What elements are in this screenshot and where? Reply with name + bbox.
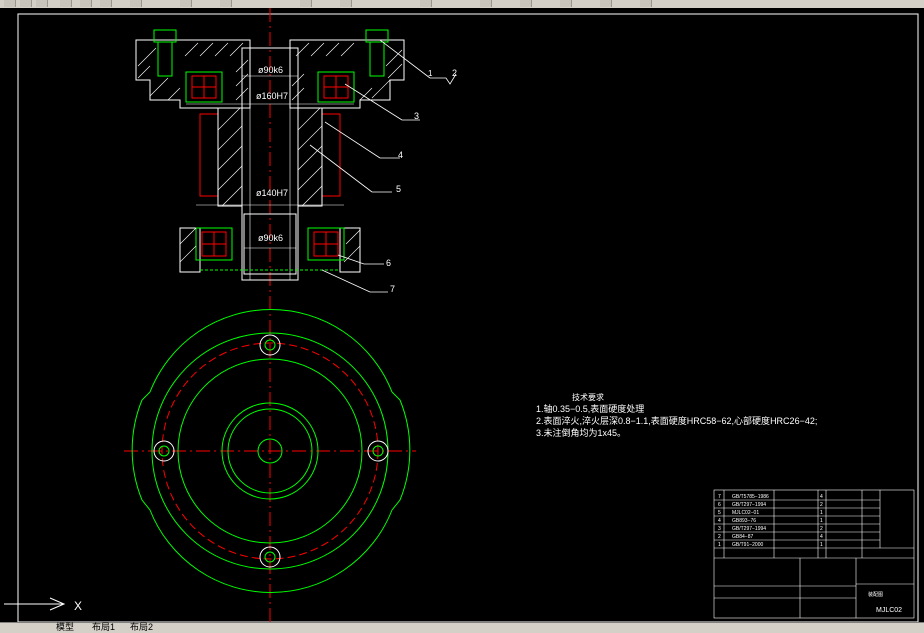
toolbar-icon[interactable] (340, 0, 352, 7)
layout-tab-bar: 模型 布局1 布局2 (0, 622, 924, 633)
bom-qty-3: 2 (820, 526, 823, 532)
bom-qty-2: 4 (820, 534, 823, 540)
toolbar-icon[interactable] (480, 0, 492, 7)
toolbar-icon[interactable] (420, 0, 432, 7)
dim-bore-bottom: ø90k6 (258, 233, 283, 243)
toolbar-icon[interactable] (100, 0, 112, 7)
dim-housing-bottom: ø140H7 (256, 188, 288, 198)
bom-code-3: GB/T297−1994 (732, 526, 766, 532)
technical-notes: 技术要求 1.轴0.35−0.5,表面硬度处理 2.表面淬火,淬火层深0.8−1… (536, 392, 817, 438)
svg-text:3: 3 (718, 526, 721, 532)
svg-text:5: 5 (718, 510, 721, 516)
toolbar-icon[interactable] (130, 0, 142, 7)
bom-qty-4: 1 (820, 518, 823, 524)
ucs-icon (4, 597, 66, 611)
balloon-7: 7 (390, 284, 395, 294)
assembly-label: 装配图 (868, 591, 883, 598)
note-line-1: 1.轴0.35−0.5,表面硬度处理 (536, 403, 644, 414)
toolbar-icon[interactable] (220, 0, 232, 7)
bom-qty-6: 2 (820, 502, 823, 508)
bom-code-5: MJLC02−01 (732, 510, 759, 516)
balloon-6: 6 (386, 258, 391, 268)
drawing-canvas[interactable]: ø90k6 ø160H7 ø140H7 ø90k6 1 2 3 4 5 6 7 (0, 8, 924, 623)
bom-qty-1: 1 (820, 542, 823, 548)
toolbar-icon[interactable] (20, 0, 32, 7)
svg-text:6: 6 (718, 502, 721, 508)
toolbar-icon[interactable] (36, 0, 48, 7)
tab-layout1[interactable]: 布局1 (92, 623, 115, 632)
toolbar-icon[interactable] (60, 0, 72, 7)
toolbar-icon[interactable] (600, 0, 612, 7)
dim-bore-top: ø90k6 (258, 65, 283, 75)
balloon-3: 3 (414, 111, 419, 121)
cad-drawing: ø90k6 ø160H7 ø140H7 ø90k6 1 2 3 4 5 6 7 (4, 8, 919, 623)
note-line-2: 2.表面淬火,淬火层深0.8−1.1,表面硬度HRC58−62,心部硬度HRC2… (536, 415, 817, 426)
drawing-number: MJLC02 (876, 607, 902, 614)
svg-text:1: 1 (718, 542, 721, 548)
tab-model[interactable]: 模型 (56, 623, 74, 632)
toolbar-icon[interactable] (560, 0, 572, 7)
title-block-text: 7 GB/T5785−1986 6 GB/T297−1994 5 MJLC02−01 … (718, 494, 902, 614)
toolbar-icon[interactable] (180, 0, 192, 7)
bom-code-6: GB/T297−1994 (732, 502, 766, 508)
bom-code-4: GB893−76 (732, 518, 756, 524)
svg-text:4: 4 (718, 518, 721, 524)
balloon-5: 5 (396, 184, 401, 194)
toolbar-icon[interactable] (80, 0, 92, 7)
balloon-4: 4 (398, 150, 403, 160)
dim-housing-top: ø160H7 (256, 91, 288, 101)
toolbar-icon[interactable] (4, 0, 16, 7)
bom-qty-5: 1 (820, 510, 823, 516)
svg-text:2: 2 (718, 534, 721, 540)
tab-layout2[interactable]: 布局2 (130, 623, 153, 632)
bom-code-7: GB/T5785−1986 (732, 494, 769, 500)
drawing-frame (17, 13, 919, 623)
notes-title: 技术要求 (572, 392, 604, 402)
toolbar-icon[interactable] (520, 0, 532, 7)
leader-lines (309, 39, 457, 293)
ucs-x-label: X (74, 599, 82, 613)
toolbar-icon[interactable] (300, 0, 312, 7)
bom-qty-7: 4 (820, 494, 823, 500)
balloon-1: 1 (428, 69, 433, 78)
bom-code-2: GB84−87 (732, 534, 753, 540)
svg-text:7: 7 (718, 494, 721, 500)
note-line-3: 3.未注倒角均为1x45。 (536, 427, 626, 438)
bom-code-1: GB/T91−2000 (732, 542, 763, 548)
balloon-2: 2 (452, 68, 457, 78)
toolbar-icon[interactable] (640, 0, 652, 7)
